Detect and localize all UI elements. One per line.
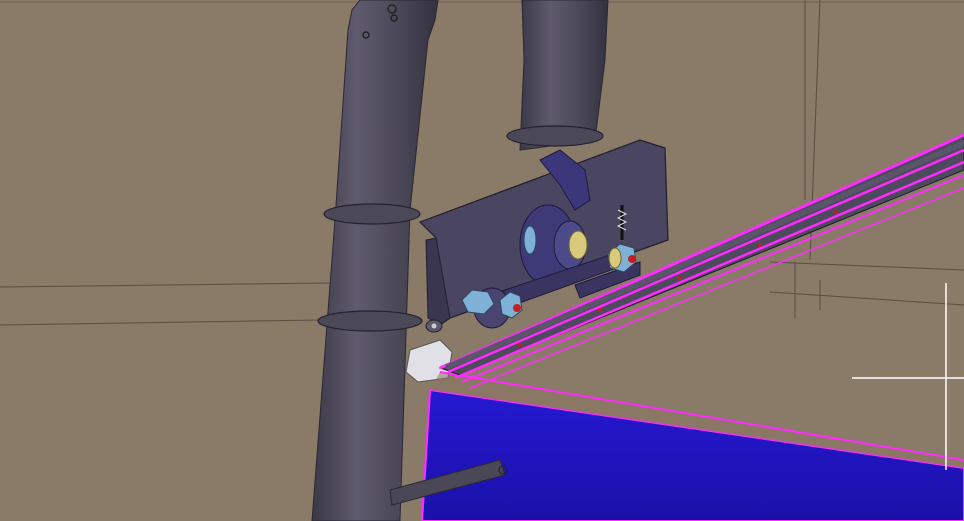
fastener-nut-left[interactable]	[461, 287, 523, 329]
cad-scene[interactable]	[0, 0, 964, 521]
cad-viewport[interactable]	[0, 0, 964, 521]
ladder-left-tube[interactable]	[311, 0, 439, 521]
compass-crosshair-icon[interactable]	[852, 283, 964, 470]
selected-panel-face[interactable]	[420, 371, 964, 521]
